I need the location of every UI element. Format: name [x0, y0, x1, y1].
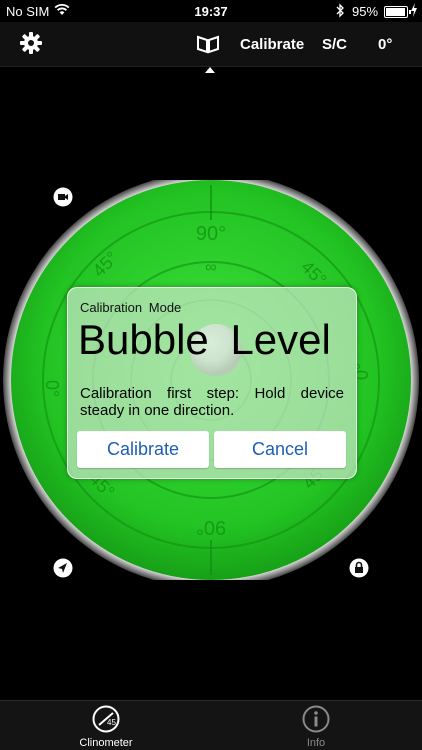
calibrate-toolbar-button[interactable]: Calibrate	[240, 36, 304, 53]
dial-label-infinity: ∞	[205, 259, 216, 276]
dialog-title: Bubble Level	[78, 316, 331, 363]
book-icon[interactable]	[196, 34, 220, 54]
battery-percent: 95%	[352, 4, 379, 19]
settings-gear-icon[interactable]	[20, 32, 42, 54]
status-bar: No SIM 19:37 95%	[0, 0, 422, 22]
top-toolbar: Calibrate S/C 0°	[0, 22, 422, 67]
tab-label-clinometer: Clinometer	[79, 737, 133, 749]
dialog-message: Calibration first step: Hold device stea…	[80, 385, 344, 419]
cancel-button[interactable]: Cancel	[214, 431, 346, 468]
tab-label-info: Info	[306, 737, 326, 749]
battery-icon	[384, 6, 411, 18]
tab-info[interactable]: Info	[266, 701, 366, 750]
app-screen: No SIM 19:37 95% Calibrate S/C 0° 90° ∞ …	[0, 0, 422, 750]
video-camera-icon[interactable]	[53, 187, 73, 207]
info-icon	[302, 705, 330, 733]
bluetooth-icon	[336, 3, 344, 18]
dial-label-0-left: 0°	[42, 380, 62, 397]
svg-text:45: 45	[107, 718, 116, 727]
calibration-mode-label: Calibration Mode	[80, 300, 182, 315]
clinometer-icon: 45	[92, 705, 120, 733]
sc-toolbar-button[interactable]: S/C	[322, 36, 347, 53]
dial-label-90-bottom: 90°	[196, 516, 226, 538]
compass-arrow-icon[interactable]	[53, 558, 73, 578]
charging-bolt-icon	[411, 3, 417, 17]
calibration-dialog: Calibration Mode Bubble Level Calibratio…	[67, 287, 357, 479]
calibrate-button[interactable]: Calibrate	[77, 431, 209, 468]
dial-label-90-top: 90°	[196, 223, 226, 245]
tab-bar: 45 Clinometer Info	[0, 700, 422, 750]
tab-clinometer[interactable]: 45 Clinometer	[56, 701, 156, 750]
lock-icon[interactable]	[349, 558, 369, 578]
angle-readout[interactable]: 0°	[378, 36, 392, 53]
toolbar-pointer-arrow	[205, 67, 215, 73]
